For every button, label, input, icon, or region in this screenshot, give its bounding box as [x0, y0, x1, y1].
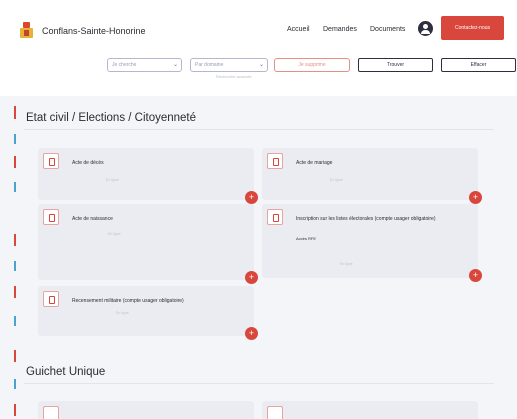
timeline-marker	[14, 106, 16, 119]
document-icon	[267, 153, 283, 169]
card-title: Acte de décès	[72, 160, 104, 166]
services-content: Etat civil / Elections / Citoyenneté Act…	[0, 96, 517, 419]
nav-demandes[interactable]: Demandes	[323, 26, 357, 33]
card-title: Acte de naissance	[72, 216, 113, 222]
timeline-marker	[14, 286, 16, 298]
search-input[interactable]: Je cherche ⌄	[107, 58, 182, 72]
card-meta: En ligne	[106, 178, 119, 182]
domain-select-placeholder: Par domaine	[195, 62, 224, 68]
section-title-guichet-unique: Guichet Unique	[26, 366, 106, 378]
document-icon	[43, 406, 59, 419]
search-button[interactable]: Trouver	[358, 58, 433, 72]
add-icon[interactable]: +	[245, 191, 258, 204]
timeline-marker	[14, 316, 16, 326]
document-icon	[43, 291, 59, 307]
document-icon	[43, 209, 59, 225]
service-card-recensement[interactable]: Recensement militaire (compte usager obl…	[38, 286, 258, 340]
chevron-down-icon: ⌄	[172, 62, 178, 68]
add-icon[interactable]: +	[469, 269, 482, 282]
timeline-marker	[14, 350, 16, 362]
service-card-acte-deces[interactable]: Acte de décès En ligne +	[38, 148, 258, 204]
section-divider	[24, 129, 494, 130]
document-icon	[43, 153, 59, 169]
city-logo-icon[interactable]	[20, 22, 33, 38]
chevron-down-icon: ⌄	[258, 62, 264, 68]
service-card-acte-mariage[interactable]: Acte de mariage En ligne +	[262, 148, 482, 204]
timeline-marker	[14, 134, 16, 144]
card-meta: En ligne	[108, 232, 121, 236]
contact-button[interactable]: Contactez-nous	[441, 16, 504, 40]
card-subtitle: Accès RFE	[296, 236, 317, 241]
timeline-marker	[14, 379, 16, 389]
nav-documents[interactable]: Documents	[370, 26, 405, 33]
card-meta: En ligne	[116, 311, 129, 315]
section-divider	[24, 383, 494, 384]
reset-button[interactable]: Effacer	[441, 58, 516, 72]
timeline-marker	[14, 261, 16, 271]
timeline-marker	[14, 156, 16, 168]
advanced-search-hint[interactable]: Recherche avancée	[216, 74, 252, 79]
add-icon[interactable]: +	[245, 327, 258, 340]
search-bar: Je cherche ⌄ Par domaine ⌄ Je supprime T…	[0, 58, 517, 82]
timeline-marker	[14, 182, 16, 192]
card-title: Recensement militaire (compte usager obl…	[72, 298, 184, 304]
service-card-acte-naissance[interactable]: Acte de naissance En ligne +	[38, 204, 258, 284]
card-title: Acte de mariage	[296, 160, 333, 166]
timeline-marker	[14, 404, 16, 416]
card-meta: En ligne	[330, 178, 343, 182]
top-header: Conflans-Sainte-Honorine Accueil Demande…	[0, 0, 517, 58]
nav-accueil[interactable]: Accueil	[287, 26, 310, 33]
search-input-placeholder: Je cherche	[112, 62, 137, 68]
clear-button[interactable]: Je supprime	[274, 58, 350, 72]
document-icon	[267, 406, 283, 419]
add-icon[interactable]: +	[469, 191, 482, 204]
service-card-peek[interactable]	[262, 401, 478, 419]
card-title: Inscription sur les listes électorales (…	[296, 216, 436, 222]
service-card-peek[interactable]	[38, 401, 254, 419]
section-title-etat-civil: Etat civil / Elections / Citoyenneté	[26, 112, 197, 124]
timeline-marker	[14, 234, 16, 246]
domain-select[interactable]: Par domaine ⌄	[190, 58, 268, 72]
user-account-icon[interactable]	[418, 21, 433, 36]
card-meta: En ligne	[340, 262, 353, 266]
add-icon[interactable]: +	[245, 271, 258, 284]
service-card-listes-electorales[interactable]: Inscription sur les listes électorales (…	[262, 204, 482, 282]
document-icon	[267, 209, 283, 225]
brand-name[interactable]: Conflans-Sainte-Honorine	[42, 26, 146, 36]
